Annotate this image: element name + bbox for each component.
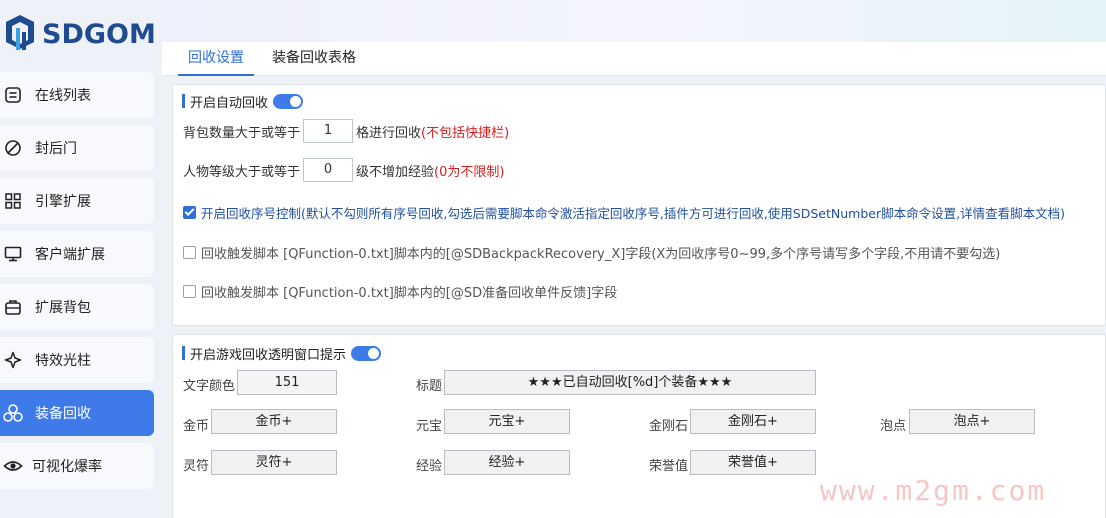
sparkle-icon	[3, 350, 23, 370]
serial-control-checkbox[interactable]	[183, 206, 196, 219]
sidebar-item-online-list[interactable]: 在线列表	[0, 72, 154, 118]
popup-section-title: 开启游戏回收透明窗口提示	[182, 344, 382, 363]
diamond-input[interactable]: 金刚石+	[690, 409, 816, 434]
yuanbao-input[interactable]: 元宝+	[444, 409, 570, 434]
sidebar-item-label: 引擎扩展	[35, 194, 91, 210]
option-single-feedback-script[interactable]: 回收触发脚本 [QFunction-0.txt]脚本内的[@SD准备回收单件反馈…	[183, 282, 617, 301]
bubble-points-label: 泡点	[880, 419, 907, 434]
auto-recycle-section-title: 开启自动回收	[182, 92, 304, 111]
brand-logo: SDGOM	[0, 8, 162, 60]
sidebar-item-engine-extension[interactable]: 引擎扩展	[0, 178, 154, 224]
grid-icon	[3, 191, 23, 211]
level-prefix: 人物等级大于或等于	[183, 164, 301, 180]
bag-count-row: 背包数量大于或等于 1 格进行回收 (不包括快捷栏)	[183, 119, 509, 143]
level-row: 人物等级大于或等于 0 级不增加经验 (0为不限制)	[183, 158, 504, 182]
block-icon	[3, 138, 23, 158]
popup-title: 开启游戏回收透明窗口提示	[190, 347, 347, 363]
diamond-label: 金刚石	[649, 419, 689, 434]
text-color-label: 文字颜色	[183, 379, 236, 394]
sidebar-item-client-extension[interactable]: 客户端扩展	[0, 231, 154, 277]
sidebar-item-label: 客户端扩展	[35, 247, 105, 263]
sidebar-item-label: 在线列表	[35, 88, 91, 104]
backpack-recovery-label: 回收触发脚本 [QFunction-0.txt]脚本内的[@SDBackpack…	[201, 247, 1001, 262]
yuanbao-label: 元宝	[416, 419, 443, 434]
tab-bar: 回收设置 装备回收表格	[162, 42, 1106, 76]
auto-recycle-panel: 开启自动回收 背包数量大于或等于 1 格进行回收 (不包括快捷栏) 人物等级大于…	[172, 84, 1106, 326]
eye-icon	[3, 456, 23, 476]
serial-control-label: 开启回收序号控制(默认不勾则所有序号回收,勾选后需要脚本命令激活指定回收序号,插…	[201, 206, 1065, 221]
brand-name: SDGOM	[42, 18, 156, 50]
level-note: (0为不限制)	[434, 164, 505, 180]
recycle-icon	[3, 403, 23, 423]
level-input[interactable]: 0	[303, 158, 354, 182]
section-marker	[182, 94, 185, 108]
bag-count-input[interactable]: 1	[303, 119, 354, 143]
heading-input[interactable]: ★★★已自动回收[%d]个装备★★★	[444, 370, 816, 395]
sidebar-item-extend-bag[interactable]: 扩展背包	[0, 284, 154, 330]
bag-count-suffix: 格进行回收	[356, 125, 422, 141]
sidebar-item-label: 封后门	[35, 141, 77, 157]
tab-recycle-table[interactable]: 装备回收表格	[272, 42, 356, 76]
sidebar-item-visual-drop-rate[interactable]: 可视化爆率	[0, 443, 154, 489]
sidebar-item-label: 可视化爆率	[32, 459, 102, 475]
option-serial-control[interactable]: 开启回收序号控制(默认不勾则所有序号回收,勾选后需要脚本命令激活指定回收序号,插…	[183, 203, 1065, 222]
bag-count-note: (不包括快捷栏)	[421, 125, 510, 141]
text-color-input[interactable]: 151	[237, 370, 337, 395]
tab-recycle-settings[interactable]: 回收设置	[178, 42, 254, 76]
talisman-label: 灵符	[183, 459, 210, 474]
single-feedback-label: 回收触发脚本 [QFunction-0.txt]脚本内的[@SD准备回收单件反馈…	[201, 286, 618, 301]
bag-count-prefix: 背包数量大于或等于	[183, 125, 301, 141]
sidebar-item-label: 装备回收	[35, 406, 91, 422]
option-backpack-recovery-script[interactable]: 回收触发脚本 [QFunction-0.txt]脚本内的[@SDBackpack…	[183, 243, 1000, 262]
gold-label: 金币	[183, 419, 210, 434]
sidebar-item-equip-recycle[interactable]: 装备回收	[0, 390, 154, 436]
level-suffix: 级不增加经验	[356, 164, 435, 180]
exp-label: 经验	[416, 459, 443, 474]
brand-logo-icon	[6, 15, 34, 50]
sidebar-item-label: 扩展背包	[35, 300, 91, 316]
auto-recycle-title: 开启自动回收	[190, 95, 269, 111]
sidebar-item-label: 特效光柱	[35, 353, 91, 369]
top-header	[162, 0, 1106, 42]
gold-input[interactable]: 金币+	[211, 409, 337, 434]
sidebar-item-block-backdoor[interactable]: 封后门	[0, 125, 154, 171]
bag-icon	[3, 297, 23, 317]
talisman-input[interactable]: 灵符+	[211, 450, 337, 475]
honor-input[interactable]: 荣誉值+	[690, 450, 816, 475]
sidebar: SDGOM 在线列表 封后门 引擎扩展 客户端扩展 扩展背包 特效光柱 装备回收…	[0, 0, 162, 518]
auto-recycle-toggle[interactable]	[273, 93, 304, 109]
heading-label: 标题	[416, 379, 443, 394]
watermark: www.m2gm.com	[820, 474, 1047, 507]
monitor-icon	[3, 244, 23, 264]
section-marker	[182, 346, 185, 360]
honor-label: 荣誉值	[649, 459, 689, 474]
sidebar-item-effect-pillar[interactable]: 特效光柱	[0, 337, 154, 383]
backpack-recovery-checkbox[interactable]	[183, 246, 196, 259]
list-icon	[3, 85, 23, 105]
exp-input[interactable]: 经验+	[444, 450, 570, 475]
bubble-points-input[interactable]: 泡点+	[909, 409, 1035, 434]
single-feedback-checkbox[interactable]	[183, 285, 196, 298]
popup-toggle[interactable]	[351, 345, 382, 361]
